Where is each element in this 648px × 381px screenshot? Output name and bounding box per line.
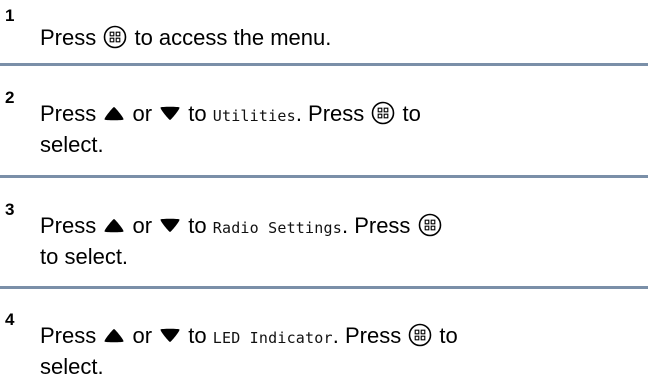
step-instruction-line-1: Press or to Radio Settings. Press bbox=[40, 212, 640, 242]
up-arrow-icon bbox=[103, 106, 125, 121]
step-text-to: to bbox=[182, 101, 213, 126]
step-text-press: Press bbox=[40, 25, 103, 50]
step-text-or: or bbox=[126, 213, 159, 238]
step-number: 3 bbox=[5, 200, 15, 219]
menu-ok-button-icon bbox=[103, 25, 127, 49]
step-text-to: to bbox=[182, 323, 213, 348]
step-text-press: Press bbox=[40, 101, 103, 126]
down-arrow-icon bbox=[159, 218, 181, 233]
step-text-press: . Press bbox=[295, 101, 371, 126]
step-text-press: . Press bbox=[341, 213, 417, 238]
down-arrow-icon bbox=[159, 328, 181, 343]
step-text-or: or bbox=[126, 323, 159, 348]
step-text-to: to bbox=[396, 101, 421, 126]
menu-ok-button-icon bbox=[371, 101, 395, 125]
down-arrow-icon bbox=[159, 106, 181, 121]
step-divider bbox=[0, 175, 648, 178]
menu-item-name: Radio Settings bbox=[212, 219, 342, 237]
menu-ok-button-icon bbox=[418, 213, 442, 237]
up-arrow-icon bbox=[103, 218, 125, 233]
step-divider bbox=[0, 286, 648, 289]
step-text-press: Press bbox=[40, 323, 103, 348]
step-instruction-line-2: select. bbox=[40, 354, 104, 379]
step-text-to: to bbox=[182, 213, 213, 238]
step-text-or: or bbox=[126, 101, 159, 126]
menu-item-name: LED Indicator bbox=[212, 329, 333, 347]
step-instruction-line-1: Press or to Utilities. Press to bbox=[40, 100, 640, 130]
step-instruction-line-1: Press or to LED Indicator. Press to bbox=[40, 322, 640, 352]
step-number: 4 bbox=[5, 310, 15, 329]
menu-item-name: Utilities bbox=[212, 107, 296, 125]
step-instruction: Press to access the menu. bbox=[40, 24, 640, 52]
step-text-to: to bbox=[433, 323, 458, 348]
up-arrow-icon bbox=[103, 328, 125, 343]
step-divider bbox=[0, 63, 648, 66]
step-instruction-line-2: select. bbox=[40, 132, 104, 157]
step-instruction-line-2: to select. bbox=[40, 244, 129, 269]
menu-ok-button-icon bbox=[408, 323, 432, 347]
step-number: 2 bbox=[5, 88, 15, 107]
step-text-press: Press bbox=[40, 213, 103, 238]
step-text-press: . Press bbox=[332, 323, 408, 348]
step-number: 1 bbox=[5, 6, 15, 25]
step-text-rest: to access the menu. bbox=[128, 25, 332, 50]
